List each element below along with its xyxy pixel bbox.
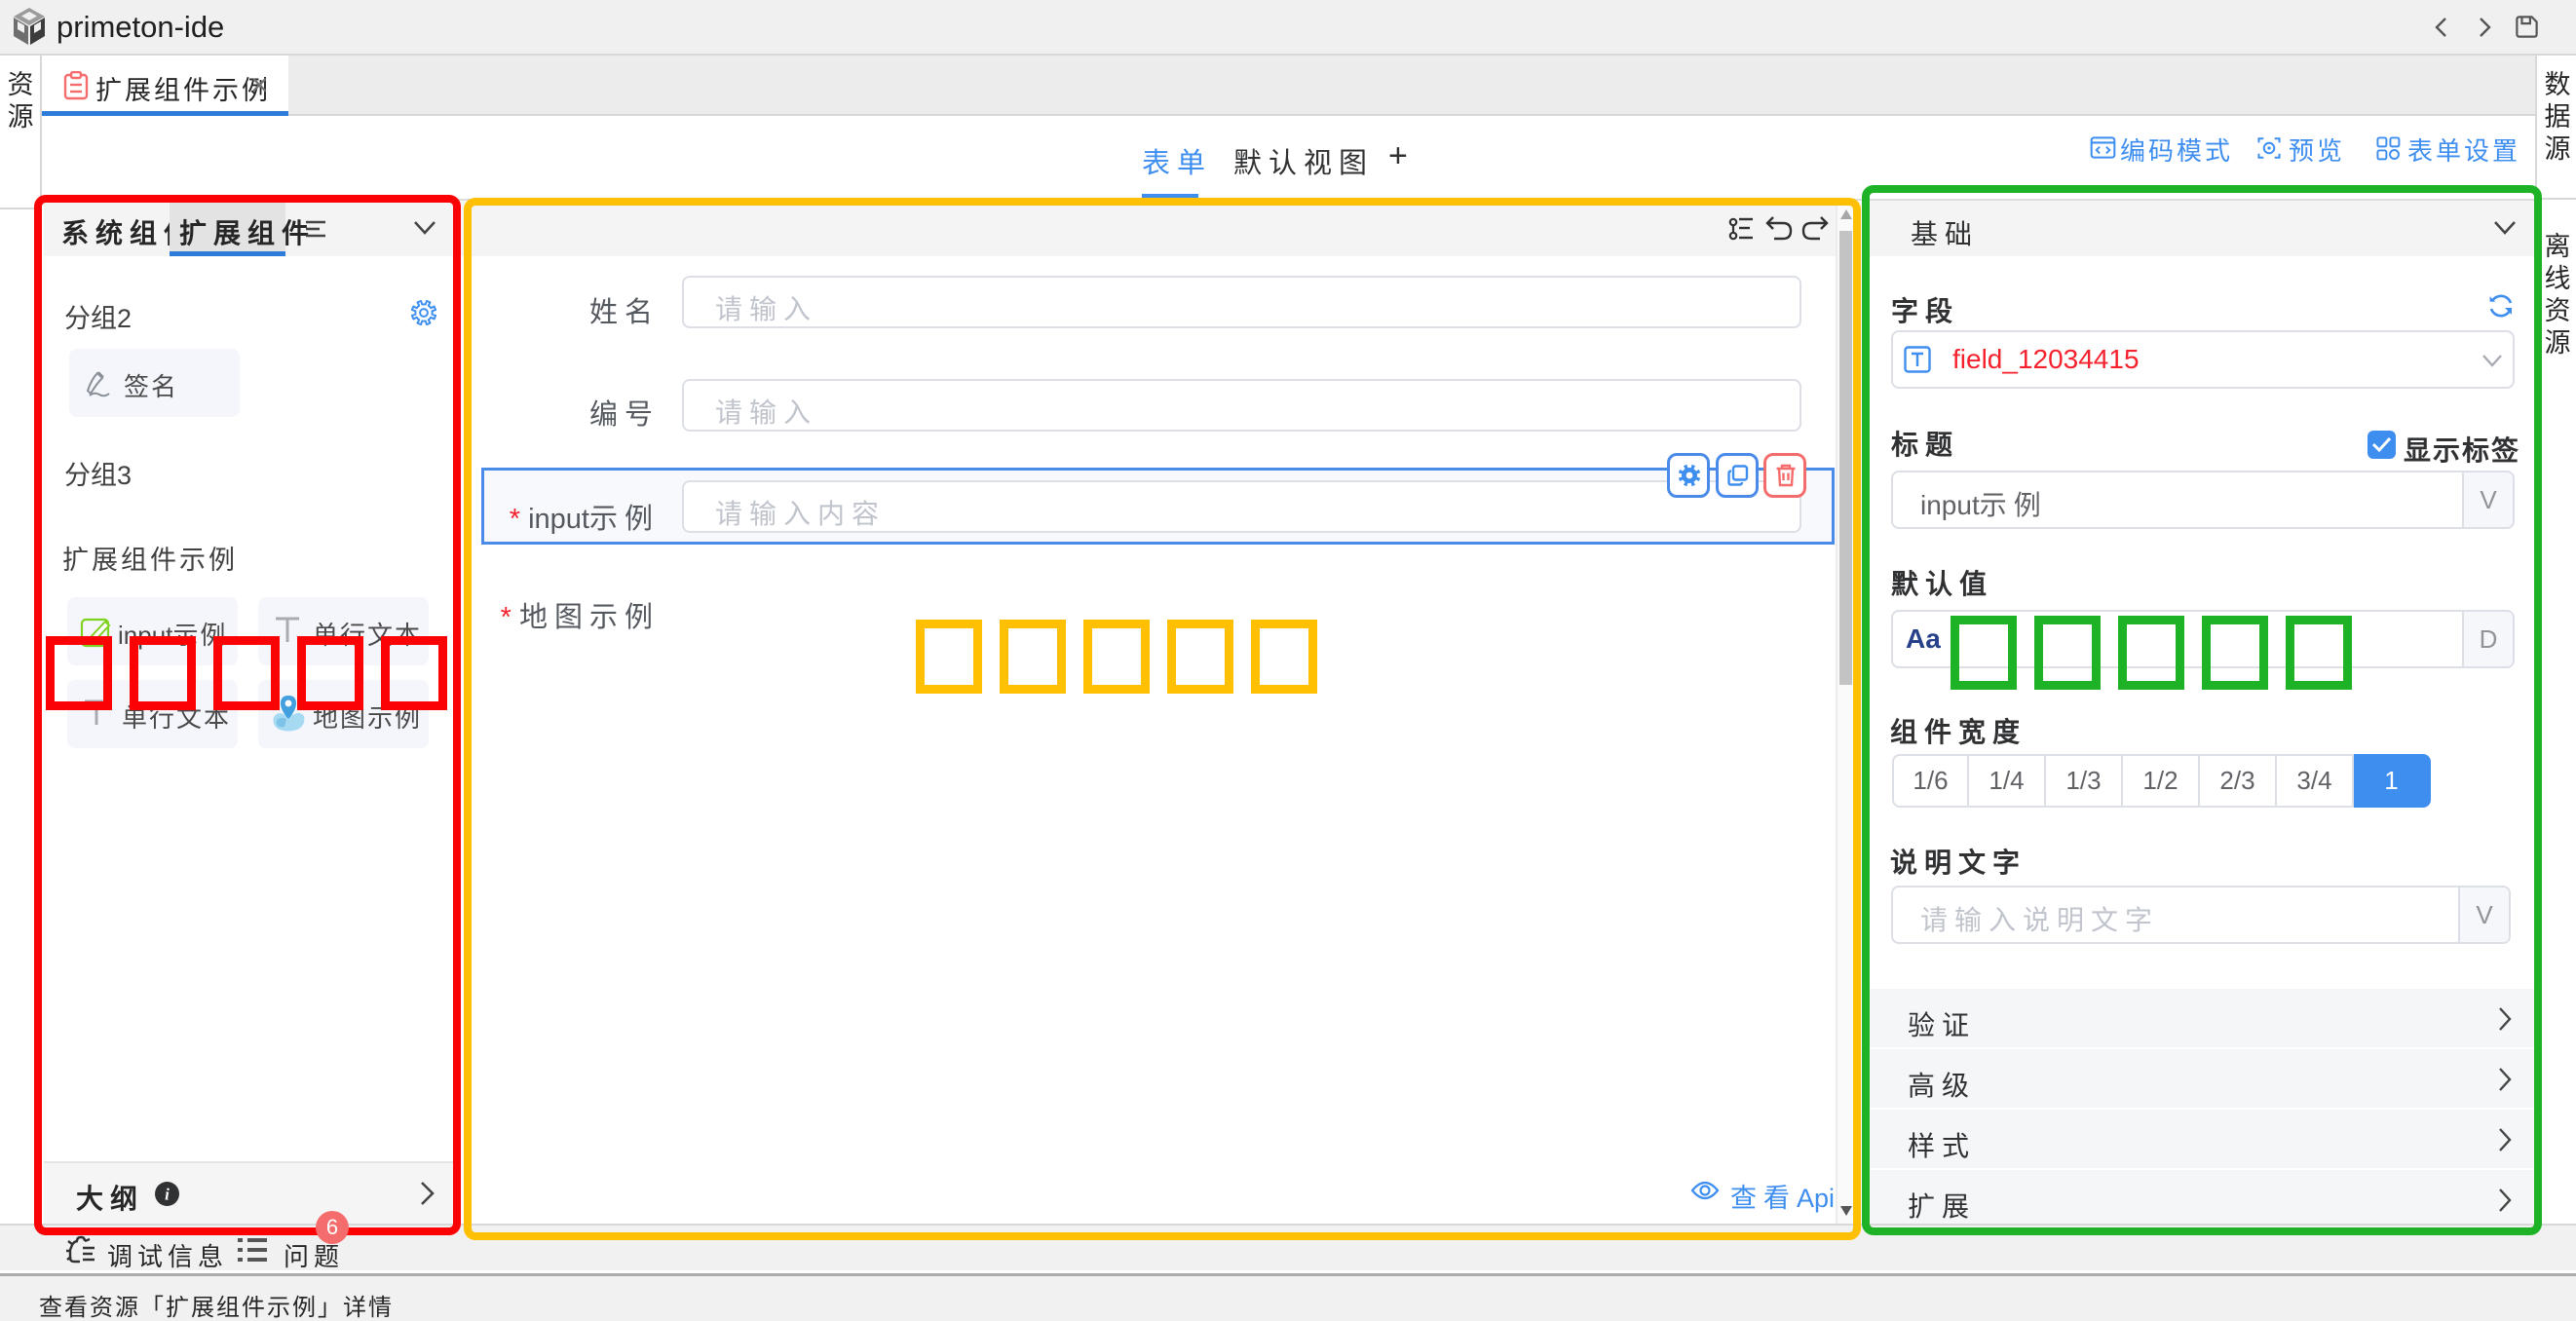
- svg-text:i: i: [165, 1186, 170, 1204]
